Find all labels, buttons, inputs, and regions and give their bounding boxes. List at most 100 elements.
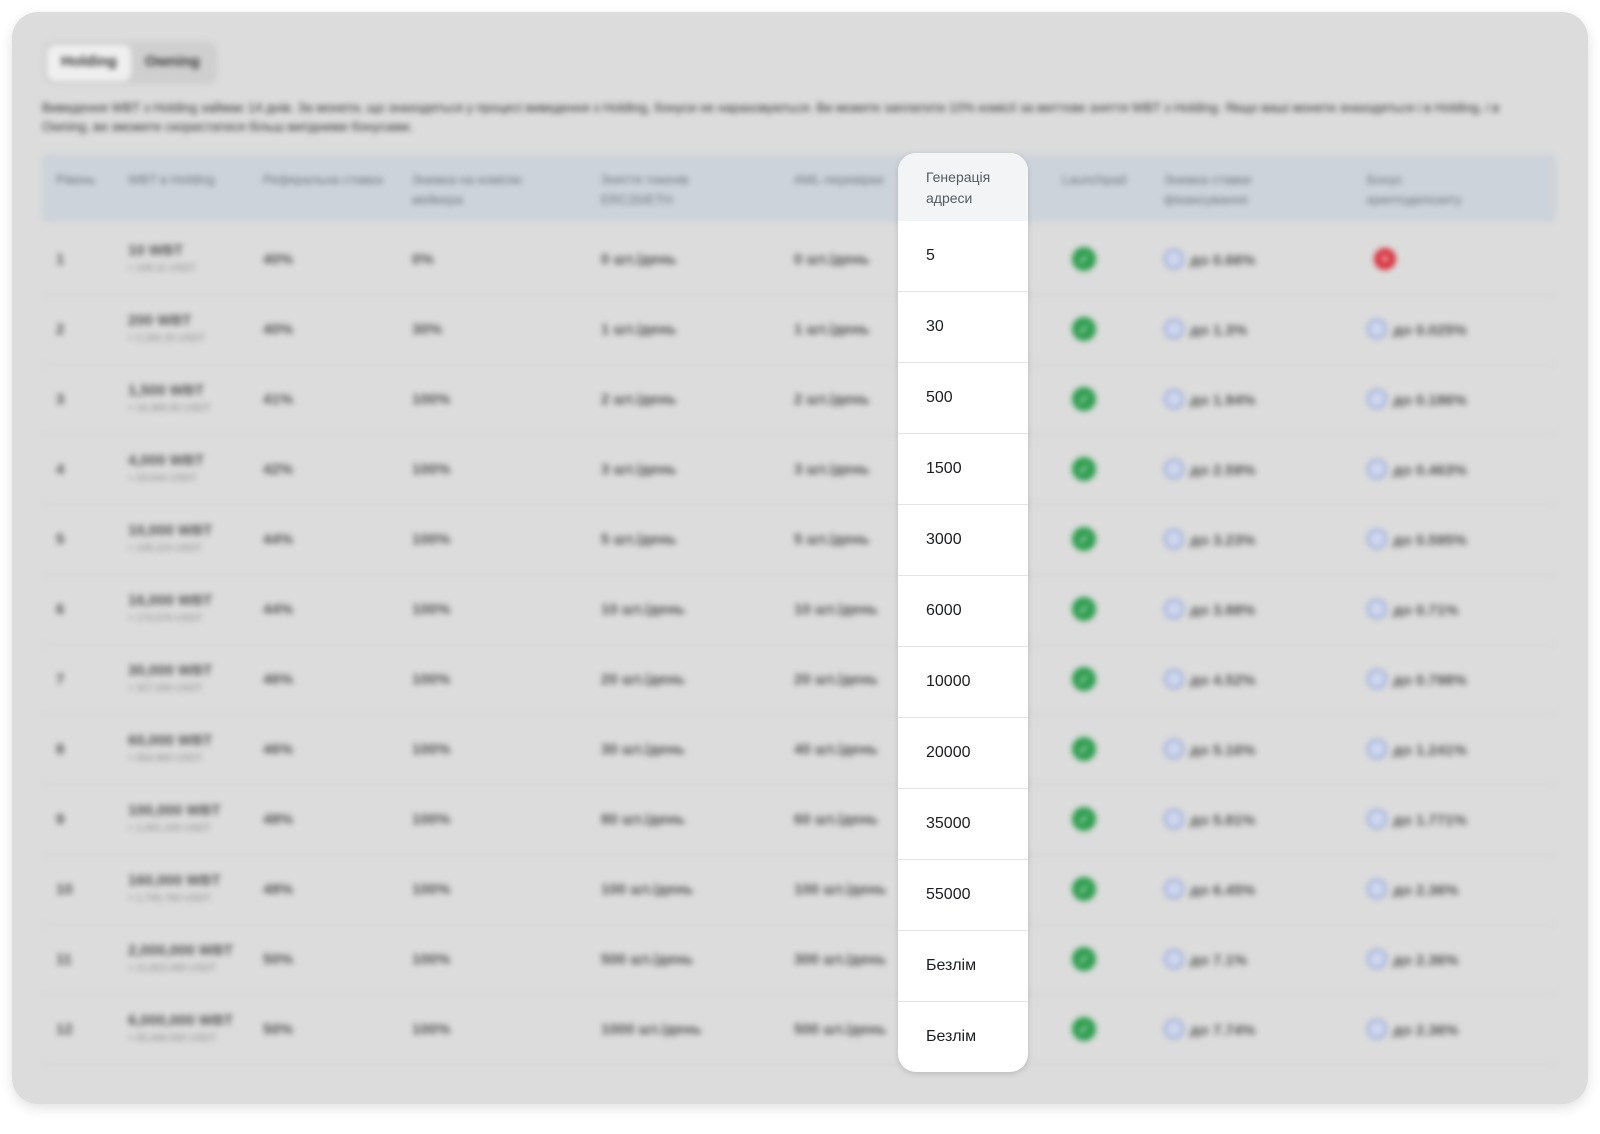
column-header: WBT в Holding xyxy=(128,172,215,187)
maker-discount-cell-value: 100% xyxy=(412,1021,451,1038)
funding-discount-cell: до 6.45% xyxy=(1164,879,1255,899)
erc20-withdraw-cell-value: 100 шт./день xyxy=(601,881,694,898)
address-generation-cell: 6000 xyxy=(898,576,1028,647)
maker-discount-cell: 100% xyxy=(412,601,450,618)
deposit-bonus-value: до 0.186% xyxy=(1393,392,1467,409)
holding-cell-value: 100,000 WBT xyxy=(128,802,221,819)
referral-rate-cell: 41% xyxy=(263,391,293,408)
level-cell-value: 3 xyxy=(56,391,65,408)
tab-holding[interactable]: Holding xyxy=(47,45,131,81)
erc20-withdraw-cell: 500 шт./день xyxy=(601,951,693,968)
maker-discount-cell-value: 100% xyxy=(412,741,451,758)
referral-rate-cell: 48% xyxy=(263,881,293,898)
aml-checks-cell: 500 шт./день xyxy=(794,1021,886,1038)
aml-checks-cell: 5 шт./день xyxy=(794,531,870,548)
funding-discount-value: до 5.16% xyxy=(1190,742,1256,759)
funding-discount-cell: до 4.52% xyxy=(1164,669,1255,689)
maker-discount-cell: 100% xyxy=(412,951,450,968)
erc20-withdraw-cell-value: 80 шт./день xyxy=(601,811,685,828)
table-row: 11 2,000,000 WBT ≈ 21,822,000 USDT 50% 100% 5… xyxy=(42,924,1556,995)
level-cell: 2 xyxy=(56,321,64,338)
holding-cell-value: 6,000,000 WBT xyxy=(128,1012,234,1029)
erc20-withdraw-cell-value: 1 шт./день xyxy=(601,321,677,338)
aml-checks-cell: 3 шт./день xyxy=(794,461,870,478)
address-generation-cell: 500 xyxy=(898,363,1028,434)
holding-cell: 160,000 WBT ≈ 1,745,760 USDT xyxy=(128,872,221,904)
aml-checks-cell: 300 шт./день xyxy=(794,951,886,968)
coin-icon xyxy=(1164,389,1184,409)
deposit-bonus-value: до 2.36% xyxy=(1393,1022,1459,1039)
column-header: Зняття токенів ERC20/ETH xyxy=(601,172,689,207)
check-circle-icon: ✓ xyxy=(1072,317,1096,341)
referral-rate-cell: 42% xyxy=(263,461,293,478)
funding-discount-value: до 1.3% xyxy=(1190,322,1248,339)
tab-switcher: Holding Owning xyxy=(44,42,217,84)
referral-rate-cell-value: 41% xyxy=(263,391,294,408)
funding-discount-cell: до 3.23% xyxy=(1164,529,1255,549)
maker-discount-cell: 100% xyxy=(412,741,450,758)
level-cell: 5 xyxy=(56,531,64,548)
level-cell: 6 xyxy=(56,601,64,618)
maker-discount-cell: 100% xyxy=(412,811,450,828)
holding-cell: 1,500 WBT ≈ 16,366.50 USDT xyxy=(128,382,211,414)
address-generation-cell: 20000 xyxy=(898,718,1028,789)
funding-discount-value: до 0.66% xyxy=(1190,252,1256,269)
coin-icon xyxy=(1367,879,1387,899)
erc20-withdraw-cell-value: 0 шт./день xyxy=(601,251,677,268)
holding-cell-value: 1,500 WBT xyxy=(128,382,204,399)
maker-discount-cell-value: 100% xyxy=(412,881,451,898)
maker-discount-cell-value: 100% xyxy=(412,811,451,828)
cross-circle-icon: ✕ xyxy=(1374,248,1396,270)
deposit-bonus-value: до 0.463% xyxy=(1393,462,1467,479)
table-row: 2 200 WBT ≈ 2,182.20 USDT 40% 30% 1 шт./день 1… xyxy=(42,294,1556,365)
level-cell: 10 xyxy=(56,881,73,898)
funding-discount-cell: до 5.81% xyxy=(1164,809,1255,829)
maker-discount-cell: 100% xyxy=(412,531,450,548)
referral-rate-cell-value: 40% xyxy=(263,321,294,338)
erc20-withdraw-cell: 20 шт./день xyxy=(601,671,685,688)
coin-icon xyxy=(1164,739,1184,759)
address-generation-cell: 30 xyxy=(898,292,1028,363)
aml-checks-cell-value: 40 шт./день xyxy=(794,741,878,758)
funding-discount-value: до 1.94% xyxy=(1190,392,1256,409)
holding-usdt-equivalent: ≈ 327,330 USDT xyxy=(128,683,203,694)
referral-rate-cell: 50% xyxy=(263,1021,293,1038)
holding-cell: 6,000,000 WBT ≈ 65,466,000 USDT xyxy=(128,1012,233,1044)
coin-icon xyxy=(1367,529,1387,549)
aml-checks-cell: 2 шт./день xyxy=(794,391,870,408)
holding-usdt-equivalent: ≈ 2,182.20 USDT xyxy=(128,333,206,344)
maker-discount-cell: 100% xyxy=(412,881,450,898)
maker-discount-cell: 100% xyxy=(412,461,450,478)
level-cell-value: 6 xyxy=(56,601,65,618)
column-header: Реферальна ставка xyxy=(263,172,383,187)
address-generation-cell: Безлім xyxy=(926,1028,977,1045)
holding-cell: 60,000 WBT ≈ 654,660 USDT xyxy=(128,732,212,764)
maker-discount-cell-value: 0% xyxy=(412,251,434,268)
erc20-withdraw-cell: 2 шт./день xyxy=(601,391,677,408)
aml-checks-cell-value: 0 шт./день xyxy=(794,251,870,268)
referral-rate-cell: 44% xyxy=(263,601,293,618)
deposit-bonus-cell: до 2.36% xyxy=(1367,879,1458,899)
deposit-bonus-value: до 1.771% xyxy=(1393,812,1467,829)
aml-checks-cell-value: 500 шт./день xyxy=(794,1021,887,1038)
maker-discount-cell: 30% xyxy=(412,321,442,338)
funding-discount-cell: до 1.94% xyxy=(1164,389,1255,409)
holding-cell-value: 4,000 WBT xyxy=(128,452,204,469)
tab-owning[interactable]: Owning xyxy=(131,45,214,81)
column-header: Бонус криптодепозиту xyxy=(1367,172,1462,207)
level-cell-value: 11 xyxy=(56,951,72,968)
erc20-withdraw-cell: 1 шт./день xyxy=(601,321,677,338)
erc20-withdraw-cell: 30 шт./день xyxy=(601,741,685,758)
coin-icon xyxy=(1367,389,1387,409)
holding-usdt-equivalent: ≈ 109,110 USDT xyxy=(128,543,202,554)
holding-cell-value: 10 WBT xyxy=(128,242,184,259)
maker-discount-cell-value: 100% xyxy=(412,601,451,618)
erc20-withdraw-cell-value: 5 шт./день xyxy=(601,531,677,548)
erc20-withdraw-cell-value: 20 шт./день xyxy=(601,671,685,688)
coin-icon xyxy=(1164,1019,1184,1039)
check-circle-icon: ✓ xyxy=(1072,737,1096,761)
funding-discount-cell: до 2.59% xyxy=(1164,459,1255,479)
holding-usdt-equivalent: ≈ 109.11 USDT xyxy=(128,263,197,274)
holding-cell-value: 160,000 WBT xyxy=(128,872,221,889)
holding-cell: 10,000 WBT ≈ 109,110 USDT xyxy=(128,522,212,554)
